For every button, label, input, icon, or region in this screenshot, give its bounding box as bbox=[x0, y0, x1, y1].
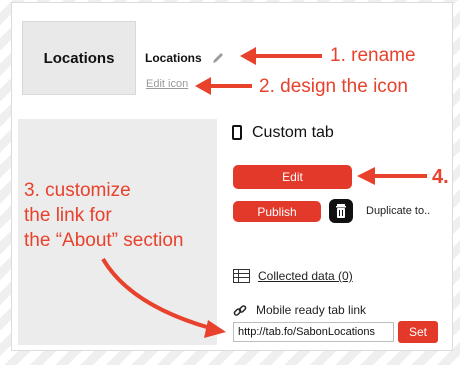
delete-button[interactable] bbox=[329, 199, 353, 223]
annotation-step3-line: the link for bbox=[24, 205, 112, 226]
annotation-step3-line: the “About” section bbox=[24, 230, 184, 251]
tab-type-label: Custom tab bbox=[252, 124, 334, 141]
table-icon bbox=[233, 269, 250, 283]
set-button[interactable]: Set bbox=[398, 321, 438, 343]
collected-data-link[interactable]: Collected data (0) bbox=[258, 269, 353, 283]
tab-name[interactable]: Locations bbox=[145, 51, 202, 65]
tab-link-url-input[interactable] bbox=[233, 322, 394, 342]
pencil-icon[interactable] bbox=[211, 51, 225, 65]
annotation-step4: 4. bbox=[432, 166, 449, 188]
edit-button[interactable]: Edit bbox=[233, 165, 352, 189]
trash-icon bbox=[336, 204, 346, 218]
mobile-device-icon bbox=[232, 125, 242, 140]
annotation-step3-line: 3. customize bbox=[24, 180, 131, 201]
tab-icon-thumbnail: Locations bbox=[22, 21, 136, 95]
link-icon bbox=[233, 305, 247, 316]
annotation-step3: 3. customize the link for the “About” se… bbox=[24, 178, 183, 253]
annotation-step2: 2. design the icon bbox=[259, 76, 408, 97]
annotation-step1: 1. rename bbox=[330, 45, 416, 66]
duplicate-link[interactable]: Duplicate to.. bbox=[366, 205, 430, 217]
mobile-link-label: Mobile ready tab link bbox=[256, 303, 367, 317]
publish-button[interactable]: Publish bbox=[233, 201, 321, 222]
edit-icon-link[interactable]: Edit icon bbox=[146, 78, 188, 90]
tab-icon-thumbnail-label: Locations bbox=[43, 49, 115, 67]
